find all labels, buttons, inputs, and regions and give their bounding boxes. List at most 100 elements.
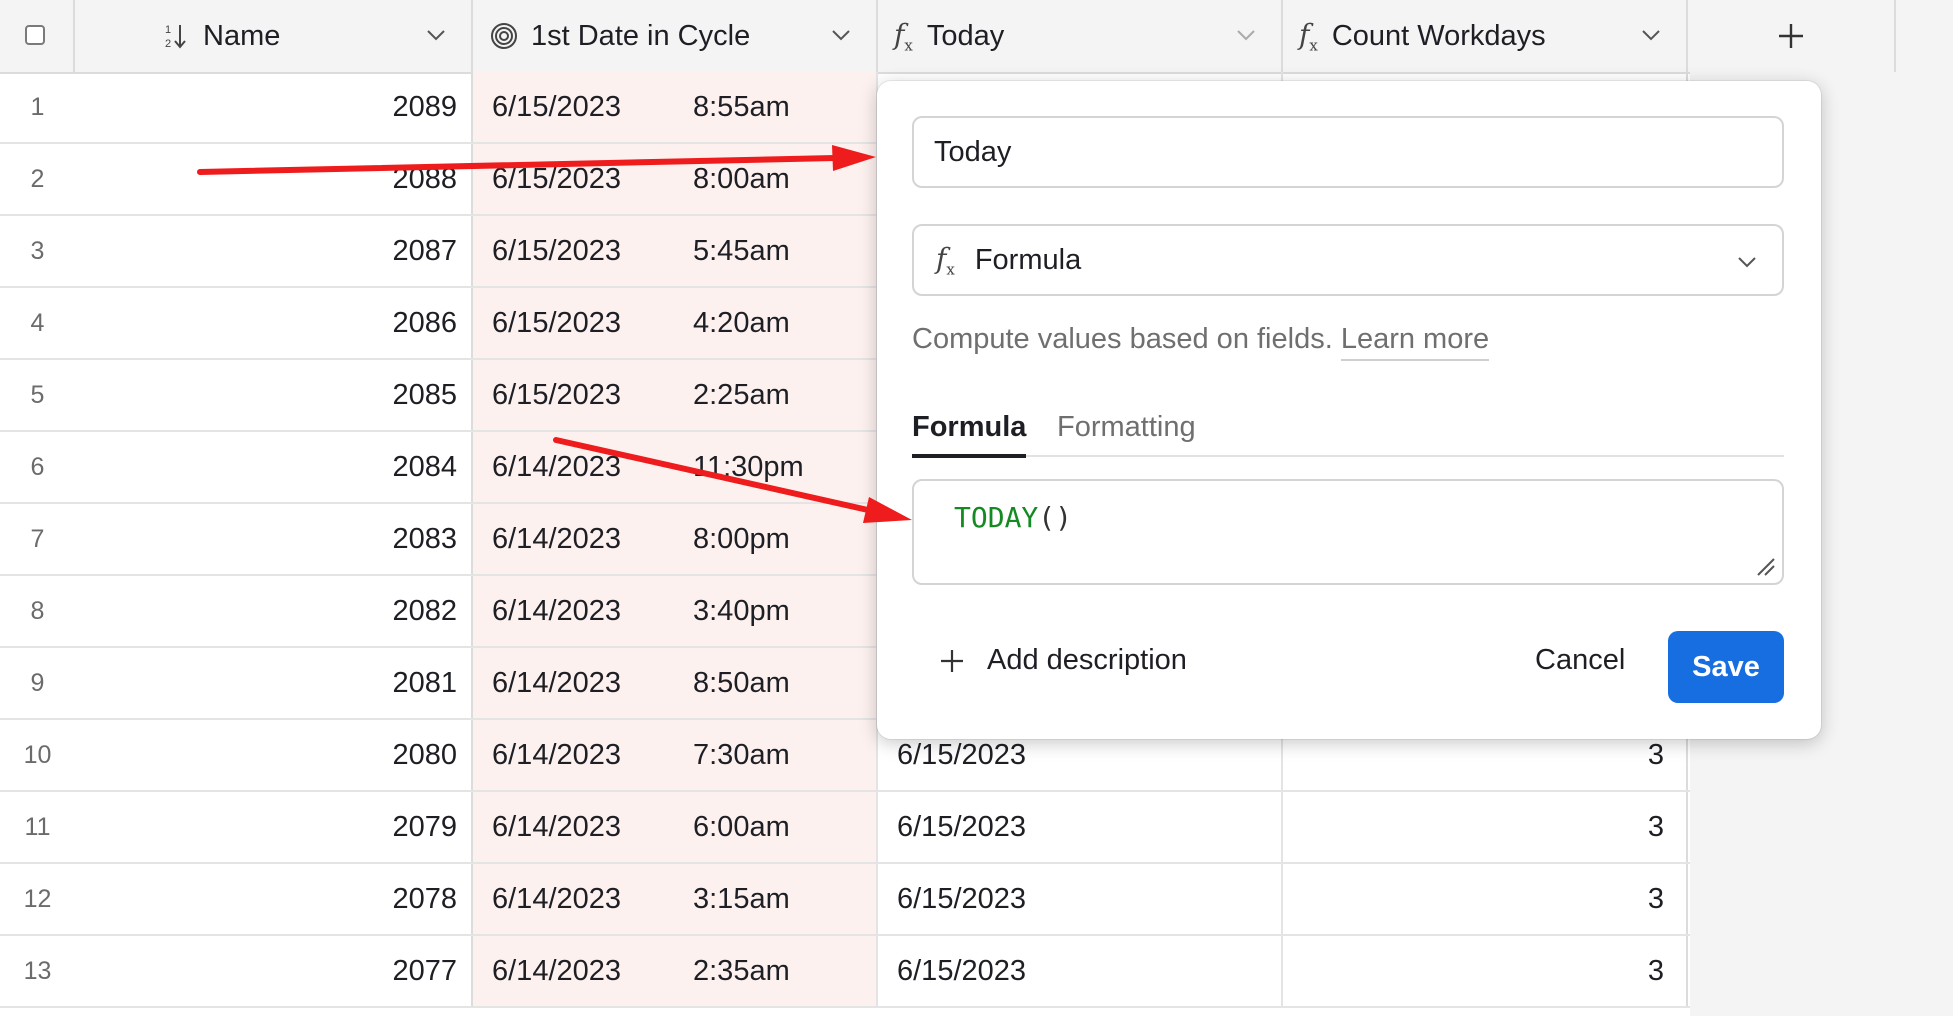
cell-date-value: 6/14/2023 (492, 810, 622, 843)
field-name-input[interactable]: Today (912, 116, 1784, 188)
tab-formula[interactable]: Formula (912, 411, 1027, 458)
cell-date[interactable]: 6/14/2023 11:30pm (473, 432, 878, 502)
table-row[interactable]: 12 2078 6/14/2023 3:15am 6/15/2023 3 (0, 864, 1690, 936)
cell-date-value: 6/14/2023 (492, 666, 622, 699)
row-number: 11 (24, 812, 51, 841)
cancel-button[interactable]: Cancel (1535, 644, 1625, 677)
cell-count[interactable]: 3 (1283, 864, 1688, 934)
cell-date[interactable]: 6/14/2023 3:15am (473, 864, 878, 934)
sort-icon: 1 2 (165, 24, 186, 50)
cell-date-value: 6/14/2023 (492, 450, 622, 483)
row-number: 4 (30, 308, 45, 337)
row-number: 1 (30, 92, 45, 121)
add-description-button[interactable]: Add description (939, 644, 1187, 677)
cell-time-value: 8:55am (693, 90, 790, 123)
cell-date[interactable]: 6/14/2023 3:40pm (473, 576, 878, 646)
cell-date[interactable]: 6/15/2023 8:00am (473, 144, 878, 214)
cell-name[interactable]: 2087 (75, 216, 473, 286)
cell-name[interactable]: 2086 (75, 288, 473, 358)
cell-name[interactable]: 2078 (75, 864, 473, 934)
select-all-cell (0, 0, 75, 72)
formula-parens: () (1038, 501, 1073, 534)
cell-time-value: 8:50am (693, 666, 790, 699)
column-header-name[interactable]: 1 2 Name (75, 0, 473, 72)
cell-name[interactable]: 2083 (75, 504, 473, 574)
row-number: 12 (23, 884, 52, 913)
column-header-count[interactable]: fx Count Workdays (1283, 0, 1688, 72)
cell-date-value: 6/14/2023 (492, 522, 622, 555)
cell-today[interactable]: 6/15/2023 (878, 792, 1283, 862)
cell-date-value: 6/15/2023 (492, 234, 622, 267)
cell-date[interactable]: 6/14/2023 7:30am (473, 720, 878, 790)
plus-icon (941, 649, 963, 672)
column-header-today[interactable]: fx Today (878, 0, 1283, 72)
chevron-down-icon (1738, 257, 1756, 268)
cell-date[interactable]: 6/15/2023 5:45am (473, 216, 878, 286)
cell-name[interactable]: 2079 (75, 792, 473, 862)
field-type-select[interactable]: fx Formula (912, 224, 1784, 296)
table-row[interactable]: 13 2077 6/14/2023 2:35am 6/15/2023 3 (0, 936, 1690, 1008)
cell-time-value: 6:00am (693, 810, 790, 843)
cell-name[interactable]: 2085 (75, 360, 473, 430)
row-number: 5 (30, 380, 45, 409)
table-row[interactable]: 11 2079 6/14/2023 6:00am 6/15/2023 3 (0, 792, 1690, 864)
add-field-button[interactable] (1688, 0, 1896, 72)
spiral-icon (491, 23, 517, 49)
cell-count[interactable]: 3 (1283, 792, 1688, 862)
cell-name[interactable]: 2089 (75, 72, 473, 142)
chevron-down-icon[interactable] (1233, 22, 1259, 48)
cell-date-value: 6/15/2023 (492, 306, 622, 339)
cell-date-value: 6/14/2023 (492, 882, 622, 915)
cell-time-value: 4:20am (693, 306, 790, 339)
column-label-count: Count Workdays (1331, 19, 1546, 52)
formula-editor[interactable]: TODAY() (912, 479, 1784, 585)
chevron-down-icon[interactable] (423, 22, 449, 48)
cell-date[interactable]: 6/15/2023 4:20am (473, 288, 878, 358)
cell-date[interactable]: 6/14/2023 2:35am (473, 936, 878, 1006)
cell-date-value: 6/15/2023 (492, 378, 622, 411)
chevron-down-icon[interactable] (1638, 22, 1664, 48)
learn-more-link[interactable]: Learn more (1340, 323, 1490, 361)
cell-date[interactable]: 6/14/2023 8:50am (473, 648, 878, 718)
cell-name[interactable]: 2077 (75, 936, 473, 1006)
save-button[interactable]: Save (1668, 631, 1784, 703)
column-label-today: Today (926, 19, 1005, 52)
fx-icon: fx (1299, 17, 1318, 55)
cell-today[interactable]: 6/15/2023 (878, 936, 1283, 1006)
cell-count[interactable]: 3 (1283, 936, 1688, 1006)
svg-text:2: 2 (165, 38, 171, 50)
cell-name[interactable]: 2081 (75, 648, 473, 718)
cell-date-value: 6/15/2023 (492, 162, 622, 195)
column-label-date: 1st Date in Cycle (531, 19, 751, 52)
row-number: 13 (23, 956, 52, 985)
cell-name[interactable]: 2080 (75, 720, 473, 790)
row-number: 3 (30, 236, 45, 265)
row-number: 10 (23, 740, 52, 769)
cell-today[interactable]: 6/15/2023 (878, 864, 1283, 934)
cell-date-value: 6/14/2023 (492, 594, 622, 627)
cell-name[interactable]: 2084 (75, 432, 473, 502)
column-header-date[interactable]: 1st Date in Cycle (473, 0, 878, 72)
formula-function: TODAY (954, 501, 1039, 534)
plus-icon (1779, 24, 1803, 48)
chevron-down-icon[interactable] (828, 22, 854, 48)
cell-time-value: 7:30am (693, 738, 790, 771)
cell-date[interactable]: 6/15/2023 2:25am (473, 360, 878, 430)
row-number: 9 (30, 668, 45, 697)
cell-date[interactable]: 6/14/2023 8:00pm (473, 504, 878, 574)
fx-icon: fx (894, 17, 913, 55)
help-text: Compute values based on fields. (912, 323, 1333, 355)
resize-handle-icon[interactable] (1754, 555, 1776, 577)
row-number: 8 (30, 596, 45, 625)
tab-formatting[interactable]: Formatting (1057, 411, 1196, 454)
select-all-checkbox[interactable] (25, 25, 45, 45)
cell-date-value: 6/15/2023 (492, 90, 622, 123)
cell-name[interactable]: 2082 (75, 576, 473, 646)
cell-time-value: 3:40pm (693, 594, 790, 627)
cell-date[interactable]: 6/14/2023 6:00am (473, 792, 878, 862)
cell-time-value: 11:30pm (693, 450, 804, 483)
cell-time-value: 3:15am (693, 882, 790, 915)
add-description-label: Add description (987, 644, 1187, 676)
cell-name[interactable]: 2088 (75, 144, 473, 214)
cell-date[interactable]: 6/15/2023 8:55am (473, 72, 878, 142)
